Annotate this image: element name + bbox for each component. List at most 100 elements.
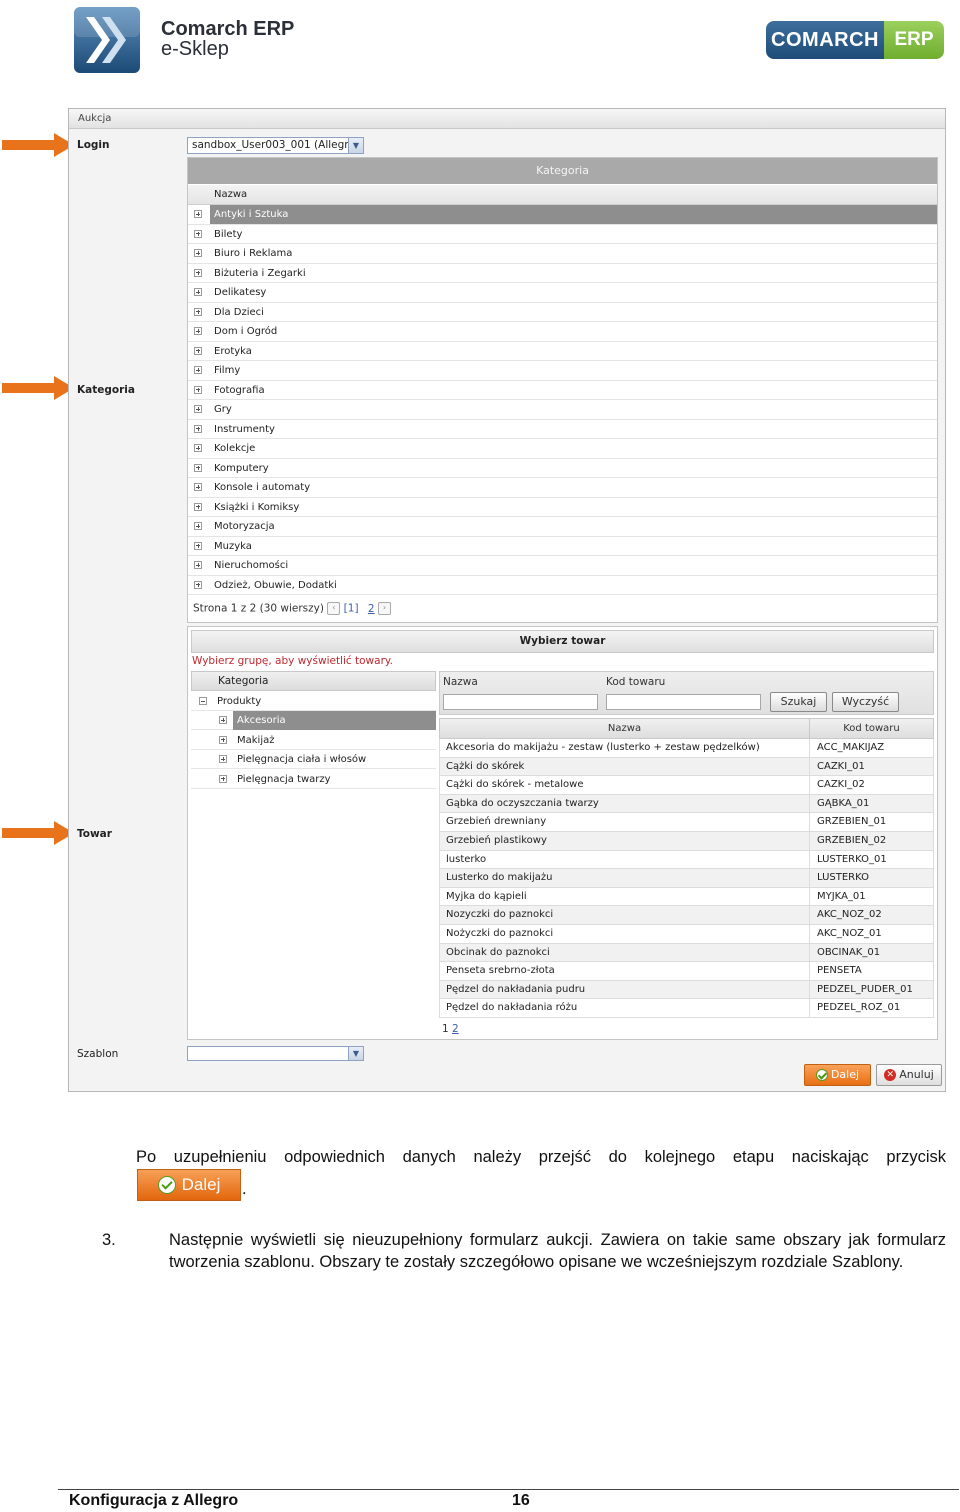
tree-row[interactable]: Bilety	[188, 225, 937, 244]
anuluj-button[interactable]: ✕ Anuluj	[876, 1064, 942, 1086]
expand-icon[interactable]	[194, 346, 202, 355]
expand-icon[interactable]	[194, 580, 202, 589]
expand-icon[interactable]	[219, 716, 227, 724]
product-category-header[interactable]: Kategoria	[191, 671, 436, 691]
search-code-input[interactable]	[606, 694, 761, 710]
table-row[interactable]: Cążki do skórek - metalowe CAZKI_02	[439, 776, 934, 795]
search-name-input[interactable]	[443, 694, 598, 710]
kategoria-column-header[interactable]: Nazwa	[188, 185, 937, 205]
product-code: AKC_NOZ_01	[817, 927, 882, 939]
wybierz-towar-hint: Wybierz grupę, aby wyświetlić towary.	[192, 655, 393, 667]
pager-current-page[interactable]: [1]	[344, 603, 359, 615]
expand-icon[interactable]	[194, 210, 202, 218]
tree-row[interactable]: Fotografia	[188, 381, 937, 400]
table-row[interactable]: Cążki do skórek CAZKI_01	[439, 757, 934, 777]
dalej-button[interactable]: Dalej	[804, 1064, 871, 1086]
expand-icon[interactable]	[194, 307, 202, 316]
login-select[interactable]: sandbox_User003_001 (Allegro) ▼	[187, 137, 364, 154]
chevron-down-icon[interactable]: ▼	[348, 1047, 363, 1060]
expand-icon[interactable]	[194, 483, 202, 491]
tree-row[interactable]: Muzyka	[188, 537, 937, 556]
tree-row[interactable]: Odzież, Obuwie, Dodatki	[188, 576, 937, 595]
szablon-select[interactable]: ▼	[187, 1046, 364, 1061]
expand-icon[interactable]	[194, 424, 202, 433]
anuluj-button-label: Anuluj	[899, 1068, 934, 1081]
table-row[interactable]: Akcesoria do makijażu - zestaw (lusterko…	[439, 739, 934, 758]
arrow-towar-icon	[2, 821, 74, 845]
tree-row[interactable]: Nieruchomości	[188, 556, 937, 576]
clear-button[interactable]: Wyczyść	[832, 692, 899, 712]
table-row[interactable]: Grzebień drewniany GRZEBIEN_01	[439, 813, 934, 832]
table-row[interactable]: Nozyczki do paznokci AKC_NOZ_02	[439, 906, 934, 925]
form-title: Aukcja	[69, 109, 945, 129]
expand-icon[interactable]	[194, 385, 202, 394]
tree-child-row[interactable]: Pielęgnacja ciała i włosów	[191, 750, 436, 769]
col-header-code[interactable]: Kod towaru	[810, 719, 933, 739]
table-row[interactable]: Obcinak do paznokci OBCINAK_01	[439, 943, 934, 963]
product-code: PEDZEL_ROZ_01	[817, 1002, 901, 1014]
tree-row[interactable]: Dla Dzieci	[188, 303, 937, 322]
expand-icon[interactable]	[194, 522, 202, 530]
paragraph-1: Po uzupełnieniu odpowiednich danych należy pr…	[136, 1148, 946, 1167]
expand-icon[interactable]	[194, 561, 202, 569]
arrow-login-icon	[2, 133, 74, 157]
product-name: Grzebień plastikowy	[446, 834, 547, 846]
tree-child-row[interactable]: Makijaż	[191, 731, 436, 750]
tree-row[interactable]: Filmy	[188, 361, 937, 381]
expand-icon[interactable]	[194, 249, 202, 257]
expand-icon[interactable]	[194, 268, 202, 277]
pager-page-2[interactable]: 2	[368, 603, 375, 615]
tree-row[interactable]: Erotyka	[188, 342, 937, 361]
table-row[interactable]: Pędzel do nakładania różu PEDZEL_ROZ_01	[439, 999, 934, 1018]
tree-row[interactable]: Konsole i automaty	[188, 478, 937, 498]
table-row[interactable]: Pędzel do nakładania pudru PEDZEL_PUDER_0…	[439, 980, 934, 1000]
tree-child-row[interactable]: Pielęgnacja twarzy	[191, 770, 436, 789]
tree-row[interactable]: Komputery	[188, 459, 937, 478]
tree-row[interactable]: Biuro i Reklama	[188, 244, 937, 264]
tree-row[interactable]: Motoryzacja	[188, 517, 937, 537]
tree-row[interactable]: Antyki i Sztuka	[188, 205, 937, 225]
expand-icon[interactable]	[194, 463, 202, 472]
product-name: Lusterko do makijażu	[446, 872, 553, 884]
tree-child-row[interactable]: Akcesoria	[191, 711, 436, 730]
product-code: PEDZEL_PUDER_01	[817, 983, 913, 995]
table-row[interactable]: lusterko LUSTERKO_01	[439, 850, 934, 870]
expand-icon[interactable]	[194, 327, 202, 335]
expand-icon[interactable]	[194, 405, 202, 413]
expand-icon[interactable]	[219, 735, 227, 744]
word: należy	[473, 1148, 522, 1166]
tree-row[interactable]: Dom i Ogród	[188, 322, 937, 342]
table-row[interactable]: Grzebień plastikowy GRZEBIEN_02	[439, 831, 934, 851]
table-row[interactable]: Nożyczki do paznokci AKC_NOZ_01	[439, 924, 934, 944]
tree-row[interactable]: Gry	[188, 400, 937, 420]
tree-row[interactable]: Delikatesy	[188, 283, 937, 303]
table-row[interactable]: Lusterko do makijażu LUSTERKO	[439, 869, 934, 888]
expand-icon[interactable]	[194, 229, 202, 238]
expand-icon[interactable]	[194, 541, 202, 550]
expand-icon[interactable]	[194, 366, 202, 374]
table-row[interactable]: Gąbka do oczyszczania twarzy GĄBKA_01	[439, 794, 934, 814]
expand-icon[interactable]	[194, 288, 202, 296]
search-button[interactable]: Szukaj	[770, 692, 827, 712]
product-code: ACC_MAKIJAZ	[817, 742, 885, 753]
collapse-icon[interactable]	[199, 697, 207, 705]
tree-row[interactable]: Książki i Komiksy	[188, 498, 937, 517]
chevron-right-icon[interactable]: ›	[377, 602, 391, 615]
tree-row[interactable]: Biżuteria i Zegarki	[188, 264, 937, 283]
product-name: Grzebień drewniany	[446, 816, 547, 828]
table-row[interactable]: Myjka do kąpieli MYJKA_01	[439, 887, 934, 907]
tree-root-produkty[interactable]: Produkty	[191, 692, 436, 711]
col-header-name[interactable]: Nazwa	[440, 719, 809, 739]
paragraph-3-line-2: tworzenia szablonu. Obszary te zostały s…	[169, 1253, 904, 1271]
product-pager-page-2[interactable]: 2	[452, 1023, 459, 1035]
chevron-left-icon[interactable]: ‹	[327, 602, 341, 615]
chevron-down-icon[interactable]: ▼	[348, 138, 363, 153]
expand-icon[interactable]	[194, 444, 202, 452]
expand-icon[interactable]	[219, 774, 227, 783]
table-row[interactable]: Penseta srebrno-złota PENSETA	[439, 962, 934, 981]
tree-row[interactable]: Instrumenty	[188, 420, 937, 439]
expand-icon[interactable]	[219, 755, 227, 763]
word: do	[608, 1148, 627, 1166]
expand-icon[interactable]	[194, 502, 202, 511]
tree-row[interactable]: Kolekcje	[188, 439, 937, 459]
